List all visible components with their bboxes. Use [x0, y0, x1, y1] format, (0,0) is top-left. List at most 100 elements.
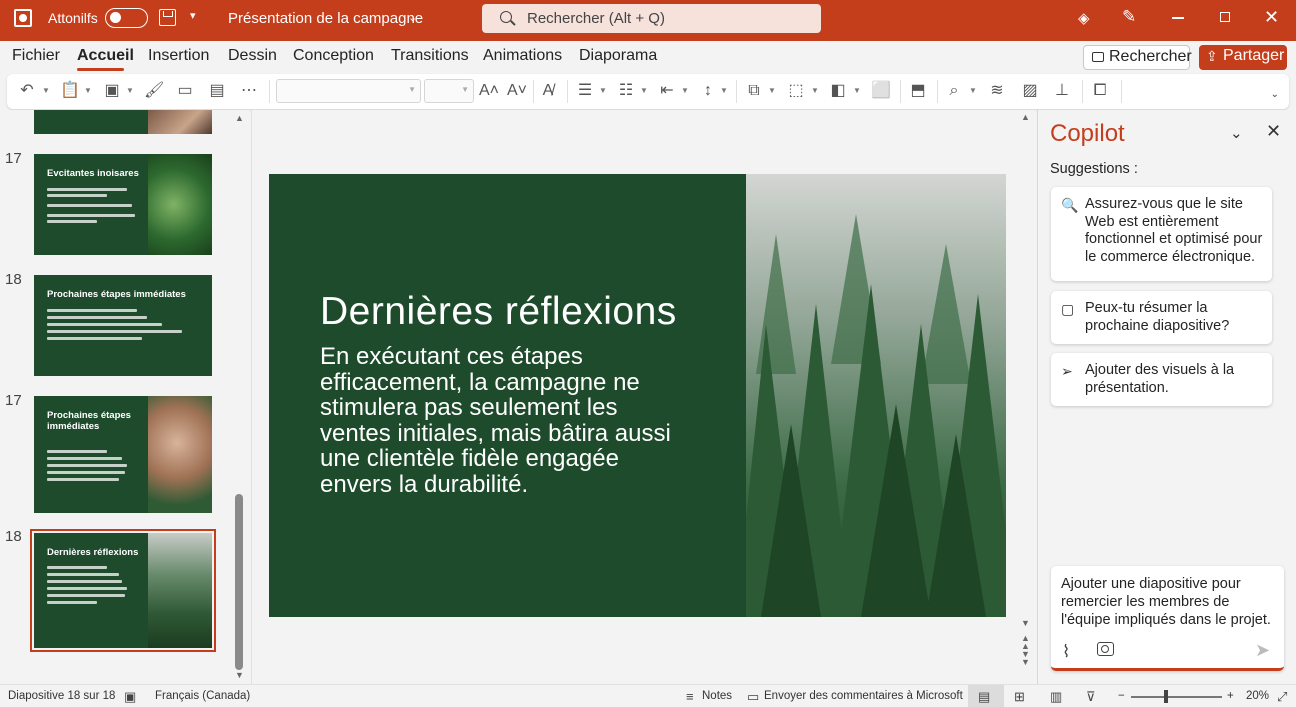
zoom-percent[interactable]: 20%: [1246, 690, 1269, 702]
document-name[interactable]: Présentation de la campagne: [228, 10, 423, 27]
bullets-chevron-icon[interactable]: ▼: [599, 86, 607, 95]
current-slide[interactable]: Dernières réflexions En exécutant ces ét…: [269, 174, 1006, 617]
slide-scrollbar[interactable]: ▲ ▼ ▲ ▲ ▼ ▼: [1019, 110, 1033, 684]
feedback-button[interactable]: Envoyer des commentaires à Microsoft: [764, 690, 963, 702]
tab-fichier[interactable]: Fichier: [12, 47, 60, 65]
customize-toolbar-chevron-icon[interactable]: ▾: [190, 9, 196, 22]
close-window-button[interactable]: ✕: [1264, 8, 1279, 26]
shape-icon[interactable]: ⬚: [786, 81, 806, 101]
zoom-slider-thumb[interactable]: [1164, 690, 1168, 703]
picture-icon[interactable]: ▨: [1020, 81, 1040, 101]
zoom-in-button[interactable]: +: [1227, 690, 1234, 702]
suggestion-card[interactable]: ➢ Ajouter des visuels à la présentation.: [1051, 353, 1272, 406]
slide-thumbnail[interactable]: [34, 110, 212, 134]
tab-diaporama[interactable]: Diaporama: [579, 47, 657, 65]
slide-thumbnail[interactable]: Prochaines étapes immédiates: [34, 396, 212, 513]
attach-icon[interactable]: ⌇: [1062, 642, 1070, 662]
clear-formatting-icon[interactable]: A̸: [538, 81, 558, 101]
line-spacing-chevron-icon[interactable]: ▼: [720, 86, 728, 95]
find-chevron-icon[interactable]: ▼: [969, 86, 977, 95]
zoom-out-button[interactable]: −: [1118, 690, 1125, 702]
slide-thumbnail[interactable]: Prochaines étapes immédiates: [34, 275, 212, 376]
ribbon-expand-icon[interactable]: ⌄: [1271, 89, 1279, 100]
layout-icon[interactable]: ▤: [207, 81, 227, 101]
partager-button[interactable]: ⇪ Partager: [1199, 45, 1287, 70]
align-icon[interactable]: ⊥: [1052, 81, 1072, 101]
tab-animations[interactable]: Animations: [483, 47, 562, 65]
paste-chevron-icon[interactable]: ▼: [84, 86, 92, 95]
indent-icon[interactable]: ⇤: [657, 81, 677, 101]
normal-view-icon[interactable]: ▤: [978, 689, 990, 705]
accessibility-icon[interactable]: ▣: [124, 689, 136, 705]
slideshow-icon[interactable]: ⊽: [1086, 689, 1096, 705]
numbering-chevron-icon[interactable]: ▼: [640, 86, 648, 95]
scroll-up-icon[interactable]: ▲: [235, 113, 244, 123]
pen-icon[interactable]: ✎: [1122, 7, 1136, 27]
save-ribbon-icon[interactable]: ▣: [102, 81, 122, 101]
tab-conception[interactable]: Conception: [293, 47, 374, 65]
document-name-chevron-icon[interactable]: ⌄: [408, 11, 417, 24]
copilot-close-icon[interactable]: ✕: [1266, 121, 1281, 142]
next-slide-icon[interactable]: ▼ ▼: [1021, 650, 1030, 667]
camera-icon[interactable]: [1097, 642, 1114, 656]
undo-icon[interactable]: ↶: [17, 81, 37, 101]
line-spacing-icon[interactable]: ↕: [698, 81, 718, 101]
notes-icon[interactable]: ≡: [686, 689, 694, 704]
scroll-down-icon[interactable]: ▼: [235, 670, 244, 680]
numbering-icon[interactable]: ☷: [616, 81, 636, 101]
save-chevron-icon[interactable]: ▼: [126, 86, 134, 95]
paste-icon[interactable]: 📋: [60, 81, 80, 101]
shape-outline-icon[interactable]: ⬜: [871, 81, 891, 101]
feedback-icon[interactable]: ▭: [747, 689, 759, 705]
arrange-chevron-icon[interactable]: ▼: [768, 86, 776, 95]
suggestion-card[interactable]: 🔍 Assurez-vous que le site Web est entiè…: [1051, 187, 1272, 281]
font-family-select[interactable]: ▼: [276, 79, 421, 103]
undo-chevron-icon[interactable]: ▼: [42, 86, 50, 95]
thumbnail-scrollbar[interactable]: ▲ ▼: [234, 110, 244, 684]
copilot-options-chevron-icon[interactable]: ⌄: [1230, 124, 1243, 142]
slide-title[interactable]: Dernières réflexions: [320, 290, 677, 334]
search-box[interactable]: Rechercher (Alt + Q): [482, 4, 821, 33]
restore-button[interactable]: [1220, 12, 1230, 22]
diamond-icon[interactable]: ◈: [1078, 9, 1090, 27]
dictate-icon[interactable]: ≋: [987, 81, 1007, 101]
scroll-up-icon[interactable]: ▲: [1021, 112, 1030, 122]
font-size-select[interactable]: ▼: [424, 79, 474, 103]
reading-view-icon[interactable]: ▥: [1050, 689, 1062, 705]
format-painter-icon[interactable]: 🖌: [144, 81, 164, 101]
new-slide-icon[interactable]: ▭: [175, 81, 195, 101]
designer-icon[interactable]: ⬒: [908, 81, 928, 101]
copilot-ribbon-icon[interactable]: ⧠: [1090, 81, 1110, 101]
scrollbar-thumb[interactable]: [235, 494, 243, 670]
send-icon[interactable]: ➤: [1255, 640, 1270, 661]
language-indicator[interactable]: Français (Canada): [155, 690, 250, 702]
shape-fill-icon[interactable]: ◧: [828, 81, 848, 101]
tab-transitions[interactable]: Transitions: [391, 47, 469, 65]
slide-thumbnail[interactable]: Evcitantes inoisares: [34, 154, 212, 255]
shape-chevron-icon[interactable]: ▼: [811, 86, 819, 95]
prompt-text[interactable]: Ajouter une diapositive pour remercier l…: [1061, 575, 1276, 629]
tab-dessin[interactable]: Dessin: [228, 47, 277, 65]
indent-chevron-icon[interactable]: ▼: [681, 86, 689, 95]
shape-fill-chevron-icon[interactable]: ▼: [853, 86, 861, 95]
tab-insertion[interactable]: Insertion: [148, 47, 209, 65]
forest-image[interactable]: [746, 174, 1006, 617]
minimize-button[interactable]: [1172, 17, 1184, 19]
slide-thumbnail-selected[interactable]: Dernières réflexions: [30, 529, 216, 652]
more-icon[interactable]: ⋯: [239, 81, 259, 101]
slide-sorter-icon[interactable]: ⊞: [1014, 689, 1025, 705]
scroll-down-icon[interactable]: ▼: [1021, 618, 1030, 628]
copilot-prompt-input[interactable]: Ajouter une diapositive pour remercier l…: [1051, 566, 1284, 671]
increase-font-icon[interactable]: A˄: [479, 81, 499, 101]
notes-button[interactable]: Notes: [702, 690, 732, 702]
find-icon[interactable]: ⌕: [944, 81, 964, 101]
zoom-slider[interactable]: [1131, 696, 1222, 698]
arrange-icon[interactable]: ⧉: [744, 81, 764, 101]
fit-to-window-icon[interactable]: ⤢: [1277, 689, 1287, 705]
decrease-font-icon[interactable]: A˅: [507, 81, 527, 101]
tab-accueil[interactable]: Accueil: [77, 47, 134, 65]
bullets-icon[interactable]: ☰: [575, 81, 595, 101]
slide-body-text[interactable]: En exécutant ces étapes efficacement, la…: [320, 344, 680, 497]
suggestion-card[interactable]: ▢ Peux-tu résumer la prochaine diapositi…: [1051, 291, 1272, 344]
rechercher-button[interactable]: Rechercher: [1083, 45, 1192, 70]
